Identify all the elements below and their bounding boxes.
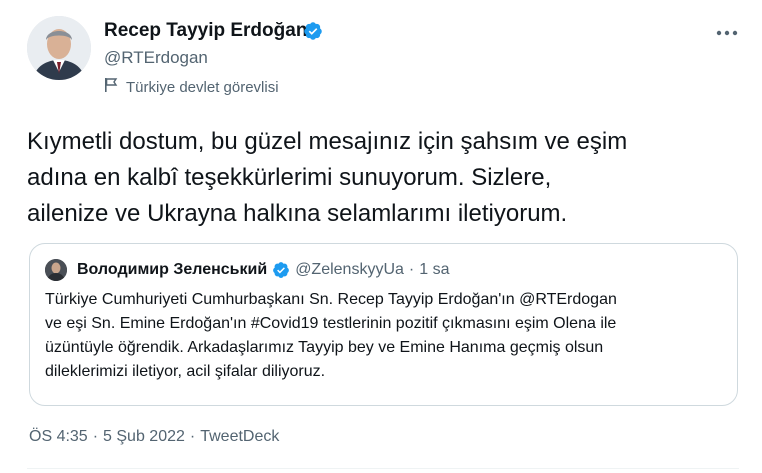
tweet-source[interactable]: TweetDeck [200,428,279,446]
tweet-time[interactable]: ÖS 4:35 [29,428,88,446]
flag-icon [104,77,118,98]
quoted-tweet-time[interactable]: 1 sa [419,261,449,279]
quoted-author-avatar[interactable] [45,259,67,281]
verified-badge-icon [303,21,323,41]
affiliation-label: Türkiye devlet görevlisi [104,77,279,97]
author-name[interactable]: Recep Tayyip Erdoğan [104,20,307,42]
quoted-text-line: dileklerimizi iletiyor, acil şifalar dil… [45,363,326,380]
quoted-tweet-text: Türkiye Cumhuriyeti Cumhurbaşkanı Sn. Re… [45,288,725,384]
tweet: Recep Tayyip Erdoğan @RTErdogan Türkiye … [0,0,762,473]
quoted-author-name[interactable]: Володимир Зеленський [77,261,267,279]
separator-dot: · [189,428,196,445]
quoted-tweet-card[interactable]: Володимир Зеленський @ZelenskyyUa · 1 sa… [29,243,738,406]
author-avatar[interactable] [27,16,91,80]
quoted-text-line: ve eşi Sn. Emine Erdoğan'ın #Covid19 tes… [45,315,617,332]
author-handle[interactable]: @RTErdogan [104,48,208,68]
quoted-tweet-header: Володимир Зеленський @ZelenskyyUa · 1 sa [77,259,449,281]
more-options-button[interactable] [712,24,742,40]
affiliation-text: Türkiye devlet görevlisi [126,78,279,96]
separator-dot: · [92,428,99,445]
tweet-text: Kıymetli dostum, bu güzel mesajınız için… [27,124,752,232]
verified-badge-icon [272,261,290,279]
tweet-date[interactable]: 5 Şub 2022 [103,428,185,446]
separator-dot: · [408,261,415,278]
more-options-icon [716,23,738,41]
tweet-text-line: adına en kalbî teşekkürlerimi sunuyorum.… [27,164,552,191]
tweet-metadata: ÖS 4:35 · 5 Şub 2022 · TweetDeck [29,425,279,449]
divider [27,468,739,469]
quoted-text-line: üzüntüyle öğrendik. Arkadaşlarımız Tayyi… [45,339,604,356]
tweet-text-line: ailenize ve Ukrayna halkına selamlarımı … [27,200,568,227]
quoted-text-line: Türkiye Cumhuriyeti Cumhurbaşkanı Sn. Re… [45,291,617,308]
tweet-text-line: Kıymetli dostum, bu güzel mesajınız için… [27,128,628,155]
quoted-author-handle[interactable]: @ZelenskyyUa [295,261,404,279]
